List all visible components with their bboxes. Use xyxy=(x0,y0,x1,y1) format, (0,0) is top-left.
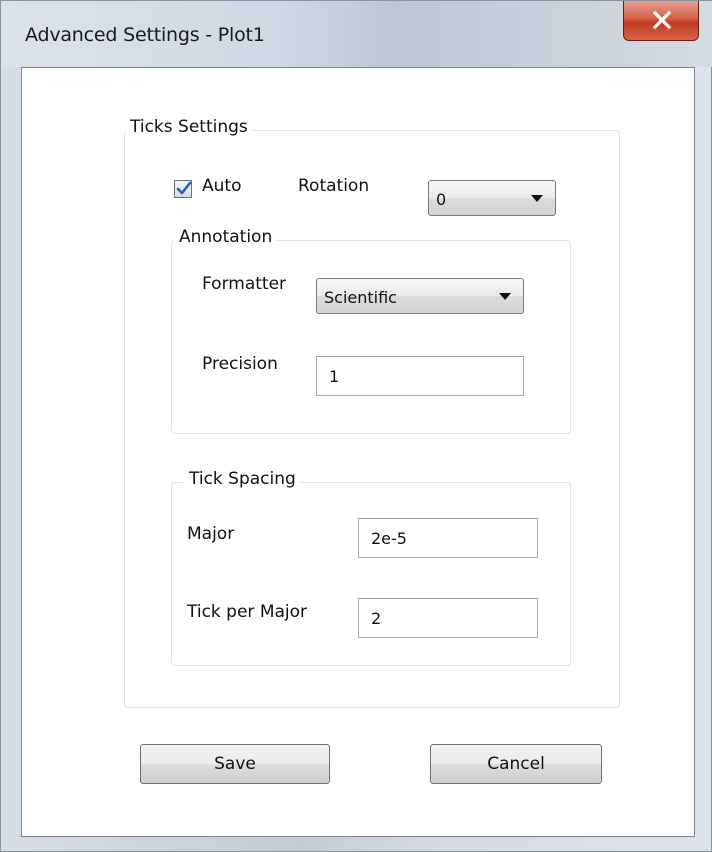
close-button[interactable] xyxy=(623,1,699,41)
precision-input[interactable] xyxy=(317,357,523,395)
formatter-select[interactable]: Scientific xyxy=(316,278,524,314)
tick-spacing-legend: Tick Spacing xyxy=(184,469,301,489)
chevron-down-icon xyxy=(499,293,511,300)
close-icon xyxy=(652,11,672,29)
dialog-window: Advanced Settings - Plot1 Ticks Settings… xyxy=(0,0,712,852)
ticks-settings-legend: Ticks Settings xyxy=(125,117,253,137)
rotation-label: Rotation xyxy=(298,176,370,196)
rotation-select-value: 0 xyxy=(436,190,447,209)
tick-per-major-field[interactable] xyxy=(358,598,538,638)
checkmark-icon xyxy=(176,181,192,195)
save-button[interactable]: Save xyxy=(140,744,330,784)
dialog-client-area: Ticks Settings Auto Rotation 0 Annotatio… xyxy=(21,67,695,837)
rotation-select[interactable]: 0 xyxy=(428,180,556,216)
window-title: Advanced Settings - Plot1 xyxy=(25,24,265,46)
chevron-down-icon xyxy=(531,195,543,202)
tick-per-major-label: Tick per Major xyxy=(187,602,308,622)
major-field[interactable] xyxy=(358,518,538,558)
tick-spacing-group: Tick Spacing xyxy=(171,469,571,666)
major-label: Major xyxy=(187,524,235,544)
auto-label[interactable]: Auto xyxy=(202,176,241,196)
title-bar[interactable]: Advanced Settings - Plot1 xyxy=(1,1,712,67)
precision-field[interactable] xyxy=(316,356,524,396)
annotation-legend: Annotation xyxy=(174,227,278,247)
formatter-label: Formatter xyxy=(202,274,287,294)
precision-label: Precision xyxy=(202,354,278,374)
formatter-select-value: Scientific xyxy=(324,288,397,307)
annotation-group: Annotation xyxy=(171,227,571,434)
major-input[interactable] xyxy=(359,519,537,557)
tick-per-major-input[interactable] xyxy=(359,599,537,637)
auto-checkbox[interactable] xyxy=(174,180,192,198)
cancel-button[interactable]: Cancel xyxy=(430,744,602,784)
